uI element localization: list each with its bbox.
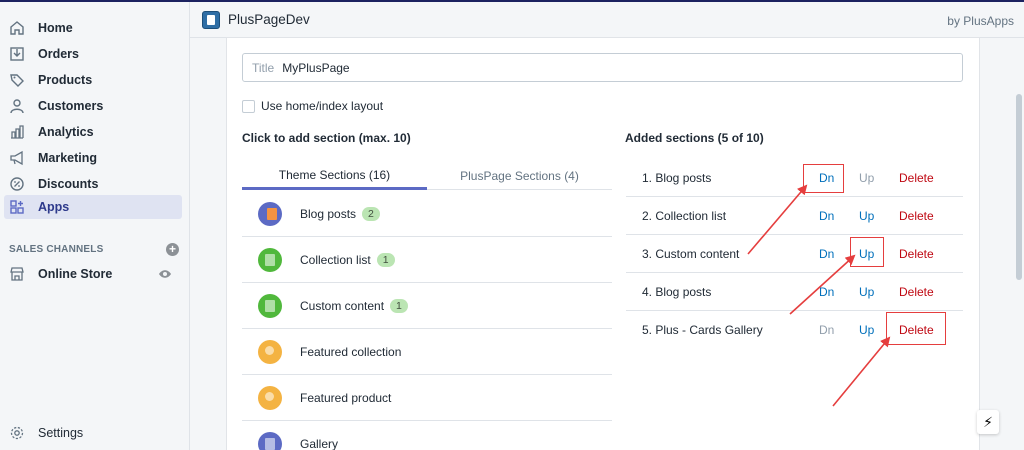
section-name: Featured product [300,390,392,405]
nav-item-settings[interactable]: Settings [4,421,182,445]
tab-theme-sections[interactable]: Theme Sections (16) [242,162,427,190]
move-up-button[interactable]: Up [859,285,874,299]
view-store-eye-icon[interactable] [158,268,172,283]
home-icon [8,19,26,37]
section-name: Featured collection [300,344,402,359]
added-section-name: 1. Blog posts [642,171,712,185]
move-up-button: Up [859,171,875,185]
list-item[interactable]: Gallery [242,421,612,450]
bar-chart-icon [8,123,26,141]
nav-label: Marketing [38,151,98,165]
highlight-up-box [850,237,884,267]
move-up-button[interactable]: Up [859,209,874,223]
scrollbar-thumb[interactable] [1016,94,1022,280]
section-name: Blog posts [300,206,357,221]
section-tabs: Theme Sections (16) PlusPage Sections (4… [242,162,612,190]
nav-item-apps[interactable]: Apps [4,195,182,219]
nav-label: Orders [38,47,79,61]
move-down-button[interactable]: Dn [819,285,834,299]
nav-label: Online Store [38,267,113,281]
apps-icon [8,198,26,216]
nav-label: Analytics [38,125,94,139]
added-section-name: 5. Plus - Cards Gallery [642,323,763,337]
count-badge: 1 [376,252,395,267]
table-row: 4. Blog posts Dn Up Delete [626,273,963,311]
add-section-heading: Click to add section (max. 10) [242,131,411,145]
app-by-label: by PlusApps [947,14,1014,28]
list-item[interactable]: Featured collection [242,329,612,375]
delete-button[interactable]: Delete [899,285,934,299]
nav-label: Apps [38,200,70,214]
count-badge: 2 [362,206,380,221]
section-thumbnail-icon [258,247,282,272]
section-thumbnail-icon [258,385,282,410]
discount-icon [8,175,26,193]
add-channel-icon[interactable]: + [166,242,179,256]
table-row: 1. Blog posts Dn Up Delete [626,159,963,197]
section-name: Gallery [300,437,339,450]
home-layout-label: Use home/index layout [261,99,384,113]
added-section-name: 3. Custom content [642,247,740,261]
move-down-button[interactable]: Dn [819,247,834,261]
nav-item-home[interactable]: Home [4,16,182,40]
sales-channels-header: SALES CHANNELS + [9,242,179,256]
lightning-bolt-icon[interactable]: ⚡︎ [977,410,999,434]
megaphone-icon [8,149,26,167]
orders-icon [8,45,26,63]
section-thumbnail-icon [258,201,282,226]
nav-item-discounts[interactable]: Discounts [4,172,182,196]
list-item[interactable]: Blog posts 2 [242,191,612,237]
section-name: Collection list [300,252,371,267]
home-layout-checkbox[interactable] [242,99,255,113]
app-title: PlusPageDev [228,12,310,27]
home-layout-option[interactable]: Use home/index layout [242,99,383,113]
added-section-name: 4. Blog posts [642,285,712,299]
nav-label: Discounts [38,177,99,191]
sales-channels-title: SALES CHANNELS [9,243,104,255]
app-header: PlusPageDev by PlusApps [190,2,1024,38]
list-item[interactable]: Featured product [242,375,612,421]
delete-button[interactable]: Delete [899,247,934,261]
nav-item-analytics[interactable]: Analytics [4,120,182,144]
move-up-button[interactable]: Up [859,323,874,337]
added-sections-heading: Added sections (5 of 10) [625,131,764,145]
title-field[interactable]: Title MyPlusPage [242,53,963,82]
nav-label: Home [38,21,73,35]
person-icon [8,97,26,115]
tab-pluspage-sections[interactable]: PlusPage Sections (4) [427,162,612,190]
list-item[interactable]: Custom content 1 [242,283,612,329]
gear-icon [8,424,26,442]
nav-item-online-store[interactable]: Online Store [4,262,182,286]
count-badge: 1 [390,298,408,313]
nav-item-customers[interactable]: Customers [4,94,182,118]
title-input-value[interactable]: MyPlusPage [282,61,349,75]
nav-label: Products [38,73,93,87]
nav-label: Settings [38,426,84,440]
delete-button[interactable]: Delete [899,209,934,223]
table-row: 3. Custom content Dn Up Delete [626,235,963,273]
tag-icon [8,71,26,89]
move-down-button: Dn [819,323,835,337]
highlight-delete-box [886,312,946,345]
nav-item-marketing[interactable]: Marketing [4,146,182,170]
nav-item-products[interactable]: Products [4,68,182,92]
page-scrollbar[interactable] [1014,38,1024,450]
section-thumbnail-icon [258,339,282,364]
added-section-name: 2. Collection list [642,209,727,223]
section-name: Custom content [300,298,385,313]
nav-label: Customers [38,99,104,113]
section-thumbnail-icon [258,432,282,450]
highlight-dn-box [803,164,844,193]
store-icon [8,265,26,283]
sidebar: Home Orders Products Customers Analytics… [0,2,190,450]
move-down-button[interactable]: Dn [819,209,834,223]
section-thumbnail-icon [258,293,282,318]
title-prefix: Title [252,60,275,75]
delete-button[interactable]: Delete [899,171,934,185]
app-logo-icon [202,11,220,29]
list-item[interactable]: Collection list 1 [242,237,612,283]
nav-item-orders[interactable]: Orders [4,42,182,66]
table-row: 2. Collection list Dn Up Delete [626,197,963,235]
